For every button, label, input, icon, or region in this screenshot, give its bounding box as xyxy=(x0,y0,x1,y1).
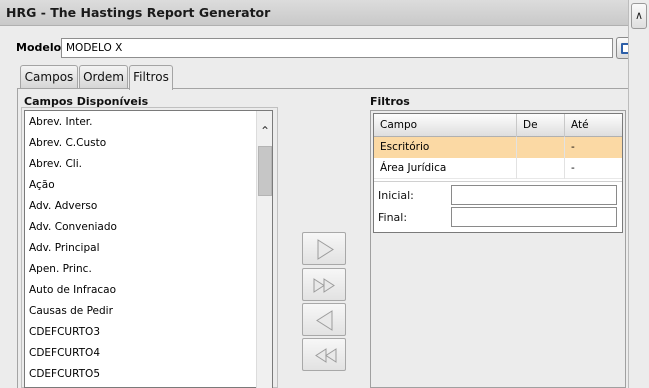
tab-panel xyxy=(17,88,628,388)
tab-filtros[interactable]: Filtros xyxy=(129,65,173,90)
window-title: HRG - The Hastings Report Generator xyxy=(6,5,271,20)
tab-ordem[interactable]: Ordem xyxy=(79,65,128,89)
window-scrollbar[interactable]: ∧ xyxy=(628,0,649,388)
save-icon xyxy=(621,43,628,54)
title-bar: HRG - The Hastings Report Generator xyxy=(0,0,649,26)
modelo-label: Modelo: xyxy=(16,41,66,54)
modelo-input[interactable] xyxy=(61,38,613,58)
save-button[interactable] xyxy=(616,37,628,59)
scroll-up-icon[interactable]: ∧ xyxy=(631,3,647,29)
tab-campos[interactable]: Campos xyxy=(20,65,78,89)
